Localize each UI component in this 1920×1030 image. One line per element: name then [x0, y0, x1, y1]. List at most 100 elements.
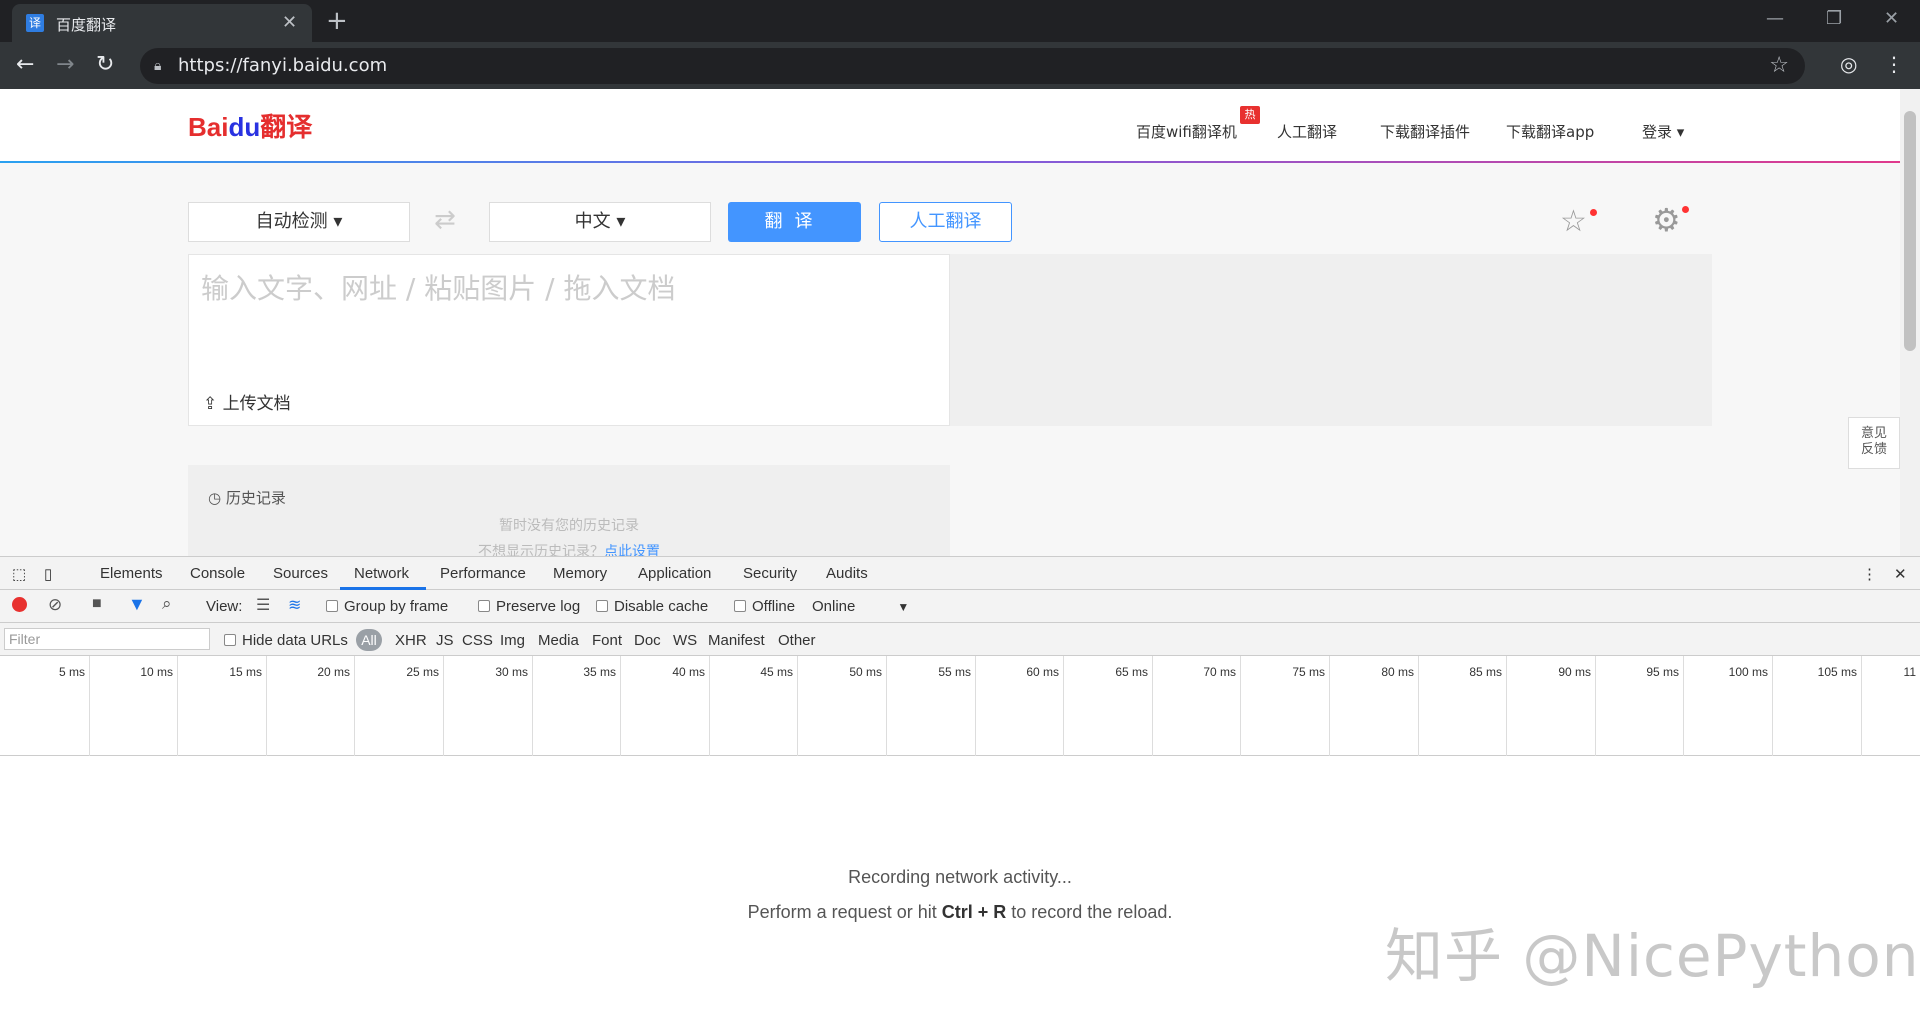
- zhihu-watermark: 知乎 @NicePython: [1385, 922, 1920, 990]
- disable-cache-label: Disable cache: [614, 598, 709, 615]
- human-translation-button[interactable]: 人工翻译: [879, 202, 1012, 242]
- screenshot-camera-icon[interactable]: ■: [92, 595, 102, 613]
- browser-tab[interactable]: 译 百度翻译 ✕: [12, 4, 312, 42]
- page-scrollbar[interactable]: [1900, 89, 1920, 556]
- feedback-button[interactable]: 意见 反馈: [1848, 417, 1900, 469]
- search-icon[interactable]: ⌕: [162, 594, 172, 614]
- hot-badge: 热: [1240, 106, 1260, 124]
- network-overview-timeline[interactable]: 5 ms 10 ms 15 ms 20 ms 25 ms 30 ms 35 ms 40 ms 4…: [0, 656, 1920, 756]
- filter-funnel-icon[interactable]: ▼: [128, 594, 146, 615]
- filter-doc[interactable]: Doc: [634, 632, 661, 649]
- filter-img[interactable]: Img: [500, 632, 525, 649]
- bookmark-star-icon[interactable]: ☆: [1769, 53, 1789, 78]
- page-scrollbar-thumb[interactable]: [1904, 111, 1916, 351]
- tab-elements[interactable]: Elements: [100, 565, 163, 582]
- filter-media[interactable]: Media: [538, 632, 579, 649]
- timeline-gridline: [532, 656, 533, 756]
- target-language-select[interactable]: 中文 ▾: [489, 202, 711, 242]
- nav-wifi-translator[interactable]: 百度wifi翻译机: [1136, 121, 1237, 142]
- timeline-gridline: [1683, 656, 1684, 756]
- reload-icon[interactable]: ↻: [96, 52, 114, 77]
- devtools-menu-icon[interactable]: ⋮: [1862, 565, 1877, 583]
- filter-ws[interactable]: WS: [673, 632, 697, 649]
- timeline-gridline: [620, 656, 621, 756]
- hint-pre: Perform a request or hit: [747, 902, 942, 922]
- window-close-icon[interactable]: ✕: [1884, 8, 1899, 29]
- checkbox-box: [596, 600, 608, 612]
- offline-label: Offline: [752, 598, 796, 615]
- filter-js[interactable]: JS: [436, 632, 454, 649]
- filter-xhr[interactable]: XHR: [395, 632, 427, 649]
- clear-icon[interactable]: ⊘: [48, 595, 62, 615]
- tab-security[interactable]: Security: [743, 565, 797, 582]
- source-text-input[interactable]: 输入文字、网址 / 粘贴图片 / 拖入文档 ⇪ 上传文档: [188, 254, 950, 426]
- filter-font[interactable]: Font: [592, 632, 622, 649]
- forward-icon[interactable]: →: [56, 52, 74, 77]
- minimize-icon[interactable]: —: [1766, 8, 1784, 29]
- offline-checkbox[interactable]: Offline: [734, 598, 795, 615]
- settings-red-dot: [1682, 206, 1689, 213]
- hide-data-urls-checkbox[interactable]: Hide data URLs: [224, 632, 348, 649]
- network-filter-bar: Hide data URLs All XHR JS CSS Img Media …: [0, 623, 1920, 656]
- browser-menu-icon[interactable]: ⋮: [1884, 52, 1904, 76]
- header-gradient-line: [0, 161, 1900, 163]
- devtools-close-icon[interactable]: ✕: [1894, 565, 1907, 583]
- record-icon[interactable]: [12, 597, 27, 612]
- timeline-gridline: [177, 656, 178, 756]
- favorites-red-dot: [1590, 209, 1597, 216]
- recording-status: Recording network activity...: [848, 867, 1072, 887]
- filter-all[interactable]: All: [356, 629, 382, 651]
- lock-icon: 🔒︎: [154, 58, 162, 74]
- timeline-tick-label: 105 ms: [1817, 665, 1857, 679]
- devtools-panel: ⬚ ▯ Elements Console Sources Network Per…: [0, 556, 1920, 1030]
- filter-other[interactable]: Other: [778, 632, 816, 649]
- tab-memory[interactable]: Memory: [553, 565, 607, 582]
- swap-languages-icon[interactable]: ⇄: [434, 205, 456, 235]
- preserve-log-checkbox[interactable]: Preserve log: [478, 598, 580, 615]
- baidu-translate-logo[interactable]: Baidu翻译: [188, 107, 312, 144]
- timeline-tick-label: 75 ms: [1292, 665, 1325, 679]
- checkbox-box: [224, 634, 236, 646]
- new-tab-icon[interactable]: +: [326, 6, 348, 36]
- baidu-translate-favicon-icon: 译: [26, 14, 44, 32]
- group-by-frame-checkbox[interactable]: Group by frame: [326, 598, 448, 615]
- settings-gear-icon[interactable]: ⚙: [1652, 201, 1681, 239]
- incognito-icon[interactable]: ◎: [1840, 52, 1857, 76]
- network-toolbar: ⊘ ■ ▼ ⌕ View: ☰ ≋ Group by frame Preserv…: [0, 590, 1920, 623]
- tab-performance[interactable]: Performance: [440, 565, 526, 582]
- input-placeholder: 输入文字、网址 / 粘贴图片 / 拖入文档: [201, 272, 676, 305]
- close-tab-icon[interactable]: ✕: [282, 12, 297, 33]
- nav-download-plugin[interactable]: 下载翻译插件: [1380, 121, 1470, 142]
- timeline-tick-label: 90 ms: [1558, 665, 1591, 679]
- timeline-gridline: [354, 656, 355, 756]
- address-bar[interactable]: 🔒︎ https://fanyi.baidu.com ☆: [140, 48, 1805, 84]
- large-rows-icon[interactable]: ☰: [256, 595, 270, 615]
- throttling-select[interactable]: Online ▼: [812, 598, 909, 615]
- inspect-element-icon[interactable]: ⬚: [12, 565, 26, 583]
- upload-document-button[interactable]: ⇪ 上传文档: [203, 389, 291, 414]
- timeline-gridline: [1152, 656, 1153, 756]
- device-toolbar-icon[interactable]: ▯: [44, 565, 52, 583]
- disable-cache-checkbox[interactable]: Disable cache: [596, 598, 708, 615]
- tab-sources[interactable]: Sources: [273, 565, 328, 582]
- favorites-folder-icon[interactable]: ☆: [1560, 204, 1587, 239]
- source-language-select[interactable]: 自动检测 ▾: [188, 202, 410, 242]
- history-hint: 不想显示历史记录？点此设置: [188, 541, 950, 556]
- tab-console[interactable]: Console: [190, 565, 245, 582]
- filter-css[interactable]: CSS: [462, 632, 493, 649]
- checkbox-box: [734, 600, 746, 612]
- login-dropdown[interactable]: 登录 ▾: [1642, 121, 1684, 142]
- nav-human-translation[interactable]: 人工翻译: [1277, 121, 1337, 142]
- tab-network[interactable]: Network: [354, 565, 409, 582]
- history-settings-link[interactable]: 点此设置: [604, 544, 660, 556]
- filter-input[interactable]: [4, 628, 210, 650]
- tab-audits[interactable]: Audits: [826, 565, 868, 582]
- nav-download-app[interactable]: 下载翻译app: [1506, 121, 1594, 142]
- group-by-frame-label: Group by frame: [344, 598, 449, 615]
- restore-icon[interactable]: ❐: [1826, 8, 1842, 29]
- waterfall-overview-icon[interactable]: ≋: [288, 595, 301, 615]
- translate-button[interactable]: 翻译: [728, 202, 861, 242]
- filter-manifest[interactable]: Manifest: [708, 632, 765, 649]
- tab-application[interactable]: Application: [638, 565, 711, 582]
- back-icon[interactable]: ←: [16, 52, 34, 77]
